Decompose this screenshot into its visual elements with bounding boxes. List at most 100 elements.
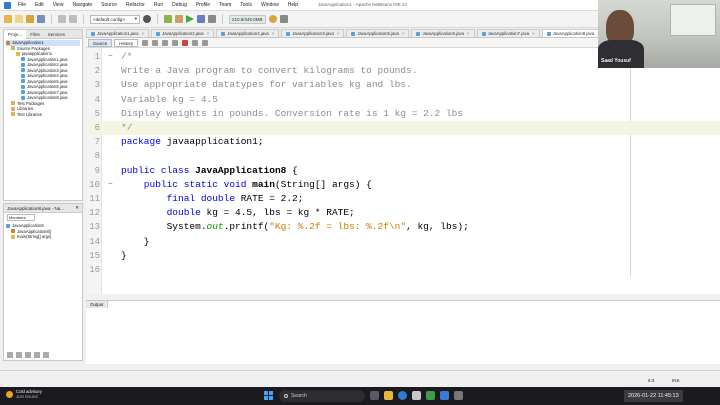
menu-run[interactable]: Run [154,2,163,8]
toolbar-separator [83,14,84,24]
toggle-bookmark-icon[interactable] [172,39,179,46]
members-filter-select[interactable]: Members [7,214,35,221]
uncomment-icon[interactable] [202,39,209,46]
fold-toggle-icon[interactable]: − [108,178,113,192]
build-icon[interactable] [164,15,172,23]
close-tab-icon[interactable]: × [337,30,340,38]
store-icon[interactable] [412,391,421,400]
find-icon[interactable] [162,39,169,46]
code-token: package [121,136,161,148]
netbeans-taskbar-icon[interactable] [440,391,449,400]
editor-tab-label: JavaApplication8.java [552,30,595,36]
project-tree: JavaApplication1 Source Packages javaappli… [4,39,82,118]
gc-icon[interactable] [268,15,277,23]
tab-proje[interactable]: Proje... [4,29,27,39]
code-text: } [121,249,127,263]
menu-window[interactable]: Window [261,2,279,8]
open-project-icon[interactable] [26,15,34,23]
editor-tab[interactable]: JavaApplication3.java × [281,29,345,38]
system-clock[interactable]: 2026-01-22 11:45:13 [624,390,683,402]
menu-debug[interactable]: Debug [172,2,187,8]
close-tab-icon[interactable]: × [272,30,275,38]
output-tab[interactable]: Output [86,301,108,308]
chrome-icon[interactable] [426,391,435,400]
undo-icon[interactable] [58,15,66,23]
history-icon[interactable] [279,15,288,23]
editor-tab[interactable]: JavaApplication1.java × [86,29,150,38]
menu-source[interactable]: Source [101,2,117,8]
tab-services[interactable]: Services [44,32,69,37]
windows-start-icon[interactable] [264,391,273,400]
tree-item[interactable]: Test Libraries [6,112,80,118]
save-all-icon[interactable] [37,15,45,23]
code-text: System.out.printf("Kg: %.2f = lbs: %.2f\… [121,220,469,234]
filter-inherited-icon[interactable] [34,352,40,358]
stop-macro-icon[interactable] [182,39,189,46]
tab-source[interactable]: Source [88,38,113,47]
close-tab-icon[interactable]: × [402,30,405,38]
clean-build-icon[interactable] [175,15,183,23]
run-icon[interactable] [186,15,194,23]
comment-icon[interactable] [192,39,199,46]
code-line: 9 public class JavaApplication8 { [86,164,720,178]
taskbar-search-label: Search [291,393,307,399]
line-number: 12 [89,208,100,219]
code-text: public class JavaApplication8 { [121,164,298,178]
menu-team[interactable]: Team [219,2,231,8]
close-tab-icon[interactable]: × [467,30,470,38]
menu-refactor[interactable]: Refactor [126,2,145,8]
file-explorer-icon[interactable] [384,391,393,400]
editor-tab[interactable]: JavaApplication2.java × [151,29,215,38]
editor-tab[interactable]: JavaApplication8.java× [541,29,605,37]
task-view-icon[interactable] [370,391,379,400]
java-file-icon [21,68,25,73]
tree-item[interactable]: main(String[] args) [6,234,80,240]
close-tab-icon[interactable]: × [532,30,535,38]
menu-file[interactable]: File [18,2,26,8]
debug-icon[interactable] [197,15,205,23]
memory-indicator[interactable]: 210.6/346.0MB [229,14,266,24]
code-token: public static void [121,178,247,190]
filter-static-icon[interactable] [16,352,22,358]
menu-edit[interactable]: Edit [35,2,44,8]
new-file-icon[interactable] [15,15,23,23]
code-text: Write a Java program to convert kilogram… [121,64,417,78]
gear-icon[interactable] [143,15,151,23]
tab-history[interactable]: History [114,38,139,47]
filter-fields-icon[interactable] [7,352,13,358]
menu-help[interactable]: Help [288,2,298,8]
app-icon[interactable] [454,391,463,400]
close-tab-icon[interactable]: × [142,30,145,38]
menu-profile[interactable]: Profile [196,2,210,8]
edge-icon[interactable] [398,391,407,400]
menu-view[interactable]: View [53,2,64,8]
menu-tools[interactable]: Tools [240,2,252,8]
code-token: Variable kg = 4.5 [121,93,218,105]
editor-tab[interactable]: JavaApplication7.java × [476,29,540,38]
code-line: 16 [86,263,720,277]
redo-icon[interactable] [69,15,77,23]
editor-tab[interactable]: JavaApplication4.java × [216,29,280,38]
close-tab-icon[interactable]: × [207,30,210,38]
editor-tab[interactable]: JavaApplication6.java × [411,29,475,38]
back-icon[interactable] [142,39,149,46]
code-line: 15} [86,249,720,263]
taskbar-search[interactable]: Search [279,390,365,402]
new-project-icon[interactable] [4,15,12,23]
menu-navigate[interactable]: Navigate [72,2,92,8]
editor-tab-label: JavaApplication2.java [162,30,204,36]
code-editor[interactable]: 1−/* 2 Write a Java program to convert kil… [86,48,720,294]
close-icon[interactable]: ✕ [75,205,79,211]
filter-nonpublic-icon[interactable] [25,352,31,358]
forward-icon[interactable] [152,39,159,46]
java-file-icon [21,73,25,78]
sort-icon[interactable] [43,352,49,358]
editor-tab[interactable]: JavaApplication5.java × [346,29,410,38]
code-token: double [121,207,201,219]
tab-files[interactable]: Files [26,32,44,37]
fold-toggle-icon[interactable]: − [108,50,113,64]
config-select[interactable]: <default config> ▾ [90,14,140,24]
profile-icon[interactable] [208,15,216,23]
source-history-tabs: Source History [88,38,140,47]
weather-widget[interactable]: Cold advisory Just issued [6,389,42,399]
